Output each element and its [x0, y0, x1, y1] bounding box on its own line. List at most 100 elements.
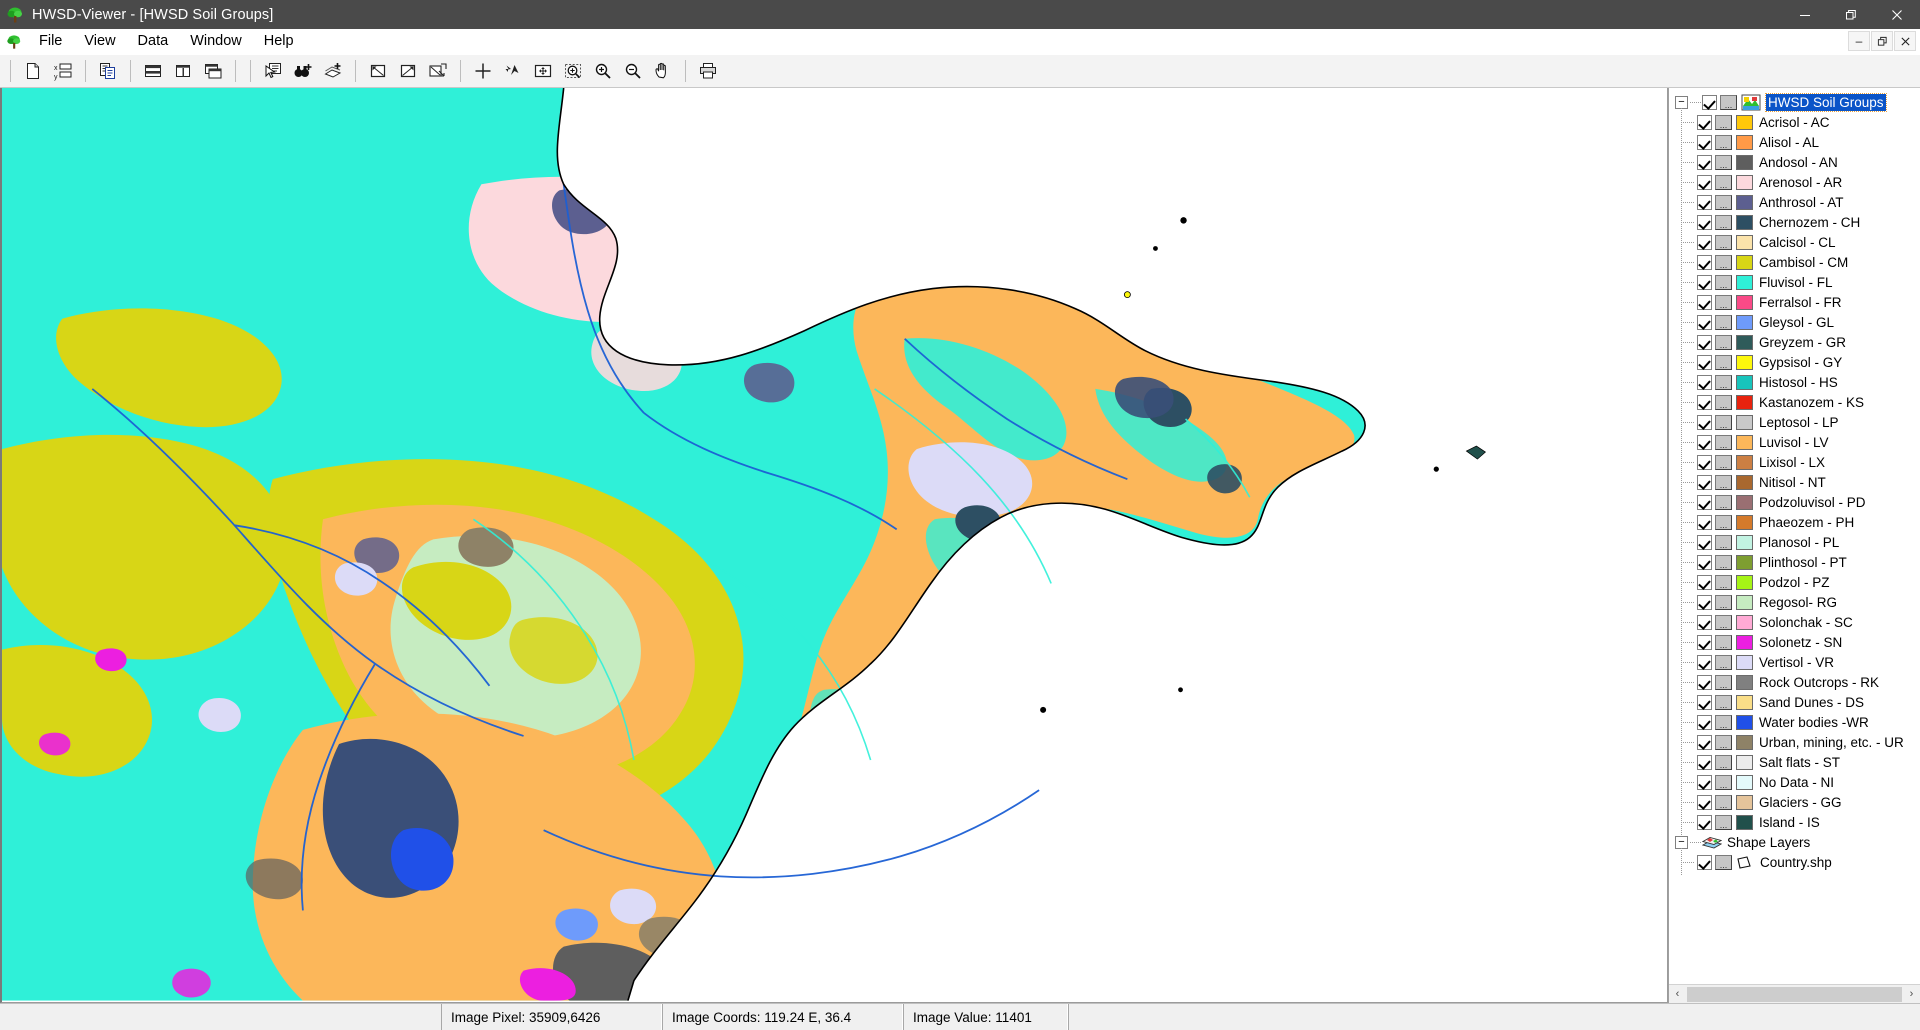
select-area-alt-button[interactable]: [393, 57, 423, 85]
legend-item[interactable]: ... Podzoluvisol - PD: [1675, 488, 1920, 516]
legend-item-properties-button[interactable]: ...: [1715, 434, 1732, 450]
legend-item-label[interactable]: Ferralsol - FR: [1759, 295, 1842, 310]
legend-item-visibility-checkbox[interactable]: [1697, 634, 1712, 650]
scroll-left-button[interactable]: ‹: [1669, 986, 1686, 1003]
legend-item-properties-button[interactable]: ...: [1715, 494, 1732, 510]
legend-item-properties-button[interactable]: ...: [1715, 454, 1732, 470]
tree-node-country-shp[interactable]: ... Country.shp: [1675, 848, 1920, 876]
legend-item-label[interactable]: Arenosol - AR: [1759, 175, 1842, 190]
layer-tree[interactable]: − ... HWSD Soil Groups ... Acrisol - AC …: [1669, 88, 1920, 984]
legend-item-properties-button[interactable]: ...: [1715, 394, 1732, 410]
legend-item-properties-button[interactable]: ...: [1715, 794, 1732, 810]
collapse-root-icon[interactable]: −: [1675, 95, 1688, 109]
legend-item[interactable]: ... Ferralsol - FR: [1675, 288, 1920, 316]
zoom-full-extent-button[interactable]: [528, 57, 558, 85]
legend-item-label[interactable]: Plinthosol - PT: [1759, 555, 1847, 570]
tree-node-hwsd-soil-groups[interactable]: − ... HWSD Soil Groups: [1675, 92, 1920, 112]
legend-item-properties-button[interactable]: ...: [1715, 474, 1732, 490]
add-layer-button[interactable]: [318, 57, 348, 85]
legend-item[interactable]: ... Salt flats - ST: [1675, 748, 1920, 776]
legend-item-visibility-checkbox[interactable]: [1697, 454, 1712, 470]
legend-item[interactable]: ... Gleysol - GL: [1675, 308, 1920, 336]
legend-item-visibility-checkbox[interactable]: [1697, 274, 1712, 290]
menu-view[interactable]: View: [73, 30, 126, 54]
legend-item-label[interactable]: Cambisol - CM: [1759, 255, 1848, 270]
mdi-minimize-button[interactable]: –: [1848, 31, 1870, 51]
legend-item-label[interactable]: Podzol - PZ: [1759, 575, 1830, 590]
new-document-button[interactable]: [18, 57, 48, 85]
legend-item-label[interactable]: Acrisol - AC: [1759, 115, 1830, 130]
legend-item-properties-button[interactable]: ...: [1715, 654, 1732, 670]
legend-item-label[interactable]: Vertisol - VR: [1759, 655, 1834, 670]
legend-item-properties-button[interactable]: ...: [1715, 594, 1732, 610]
legend-item-label[interactable]: Gleysol - GL: [1759, 315, 1834, 330]
legend-item[interactable]: ... Phaeozem - PH: [1675, 508, 1920, 536]
legend-item-properties-button[interactable]: ...: [1715, 574, 1732, 590]
legend-item-label[interactable]: Rock Outcrops - RK: [1759, 675, 1879, 690]
legend-item-visibility-checkbox[interactable]: [1697, 614, 1712, 630]
legend-item-label[interactable]: Kastanozem - KS: [1759, 395, 1864, 410]
legend-item[interactable]: ... Luvisol - LV: [1675, 428, 1920, 456]
legend-item-visibility-checkbox[interactable]: [1697, 134, 1712, 150]
tree-node-shape-layers[interactable]: − Shape Layers: [1675, 832, 1920, 852]
legend-item[interactable]: ... Plinthosol - PT: [1675, 548, 1920, 576]
collapse-shape-layers-icon[interactable]: −: [1675, 835, 1688, 849]
toc-horizontal-scrollbar[interactable]: ‹ ›: [1669, 984, 1920, 1003]
legend-item-label[interactable]: Glaciers - GG: [1759, 795, 1842, 810]
legend-item[interactable]: ... Solonetz - SN: [1675, 628, 1920, 656]
legend-item-label[interactable]: Sand Dunes - DS: [1759, 695, 1864, 710]
shape-layers-label[interactable]: Shape Layers: [1727, 835, 1810, 850]
legend-item-visibility-checkbox[interactable]: [1697, 234, 1712, 250]
legend-item-label[interactable]: Urban, mining, etc. - UR: [1759, 735, 1904, 750]
legend-item-properties-button[interactable]: ...: [1715, 214, 1732, 230]
legend-item[interactable]: ... Island - IS: [1675, 808, 1920, 836]
print-button[interactable]: [693, 57, 723, 85]
legend-item[interactable]: ... Urban, mining, etc. - UR: [1675, 728, 1920, 756]
legend-item[interactable]: ... Greyzem - GR: [1675, 328, 1920, 356]
legend-item-visibility-checkbox[interactable]: [1697, 354, 1712, 370]
pan-hand-button[interactable]: [648, 57, 678, 85]
legend-item-label[interactable]: Podzoluvisol - PD: [1759, 495, 1866, 510]
legend-item-visibility-checkbox[interactable]: [1697, 334, 1712, 350]
legend-item-visibility-checkbox[interactable]: [1697, 254, 1712, 270]
legend-item-label[interactable]: Calcisol - CL: [1759, 235, 1836, 250]
legend-item[interactable]: ... Anthrosol - AT: [1675, 188, 1920, 216]
legend-item[interactable]: ... Sand Dunes - DS: [1675, 688, 1920, 716]
legend-item-visibility-checkbox[interactable]: [1697, 194, 1712, 210]
attribute-table-button[interactable]: x y: [48, 57, 78, 85]
scroll-thumb[interactable]: [1687, 986, 1902, 1002]
legend-item-visibility-checkbox[interactable]: [1697, 674, 1712, 690]
legend-item[interactable]: ... Cambisol - CM: [1675, 248, 1920, 276]
legend-item-properties-button[interactable]: ...: [1715, 694, 1732, 710]
legend-item[interactable]: ... Gypsisol - GY: [1675, 348, 1920, 376]
legend-item[interactable]: ... Lixisol - LX: [1675, 448, 1920, 476]
legend-item-properties-button[interactable]: ...: [1715, 614, 1732, 630]
legend-item-visibility-checkbox[interactable]: [1697, 694, 1712, 710]
legend-item-properties-button[interactable]: ...: [1715, 354, 1732, 370]
legend-item-label[interactable]: Island - IS: [1759, 815, 1820, 830]
legend-item-label[interactable]: Greyzem - GR: [1759, 335, 1846, 350]
legend-item-label[interactable]: Andosol - AN: [1759, 155, 1838, 170]
legend-item-visibility-checkbox[interactable]: [1697, 514, 1712, 530]
mdi-close-button[interactable]: [1894, 31, 1916, 51]
legend-item-properties-button[interactable]: ...: [1715, 554, 1732, 570]
legend-item-visibility-checkbox[interactable]: [1697, 154, 1712, 170]
legend-item-properties-button[interactable]: ...: [1715, 714, 1732, 730]
tile-horizontal-button[interactable]: [138, 57, 168, 85]
country-shp-properties-button[interactable]: ...: [1715, 854, 1732, 870]
legend-item-visibility-checkbox[interactable]: [1697, 754, 1712, 770]
legend-item[interactable]: ... Calcisol - CL: [1675, 228, 1920, 256]
legend-item-properties-button[interactable]: ...: [1715, 274, 1732, 290]
legend-item[interactable]: ... Andosol - AN: [1675, 148, 1920, 176]
copy-report-button[interactable]: [93, 57, 123, 85]
legend-item-label[interactable]: Regosol- RG: [1759, 595, 1837, 610]
legend-item-label[interactable]: Luvisol - LV: [1759, 435, 1829, 450]
legend-item-visibility-checkbox[interactable]: [1697, 554, 1712, 570]
legend-item-label[interactable]: Leptosol - LP: [1759, 415, 1839, 430]
legend-item[interactable]: ... Leptosol - LP: [1675, 408, 1920, 436]
legend-item-properties-button[interactable]: ...: [1715, 674, 1732, 690]
restore-button[interactable]: [1828, 0, 1874, 29]
zoom-out-button[interactable]: [618, 57, 648, 85]
legend-item-properties-button[interactable]: ...: [1715, 814, 1732, 830]
root-visibility-checkbox[interactable]: [1702, 94, 1717, 110]
